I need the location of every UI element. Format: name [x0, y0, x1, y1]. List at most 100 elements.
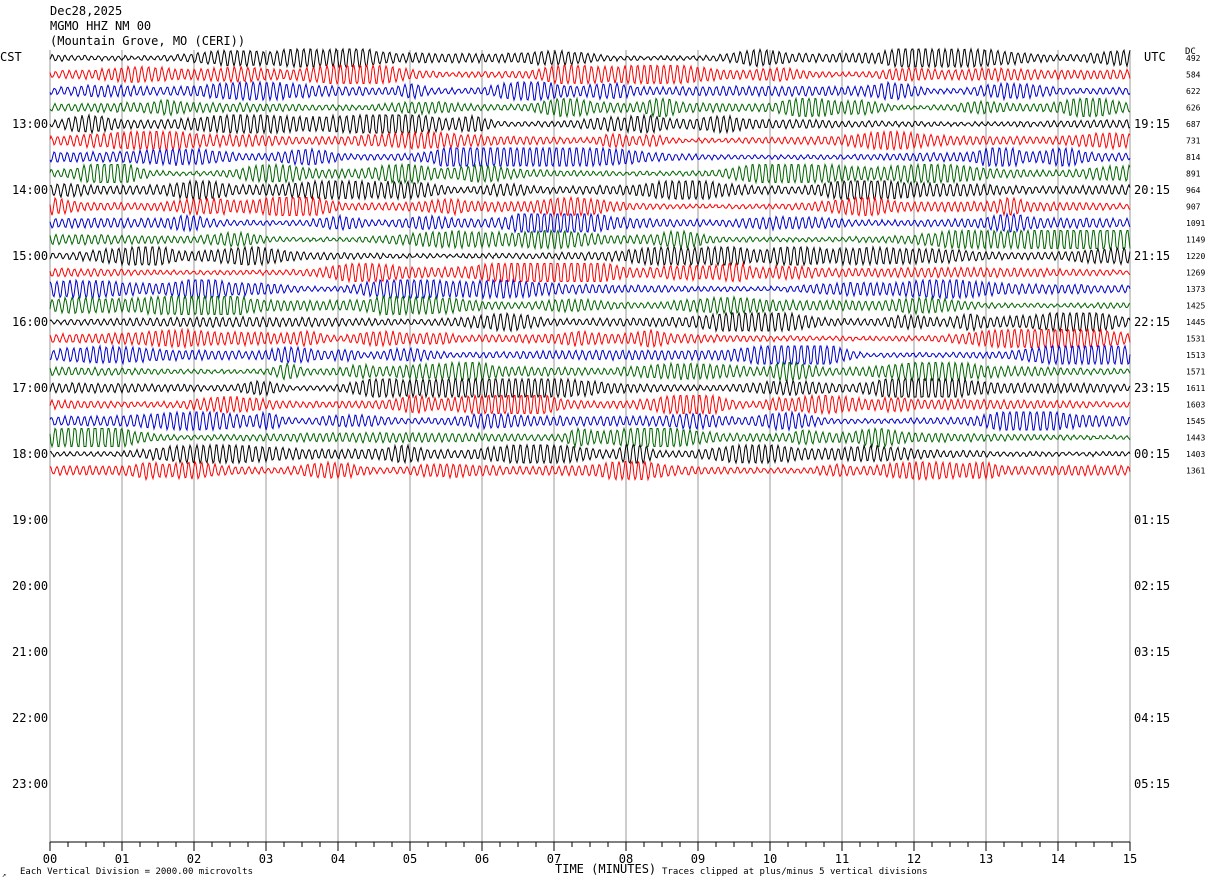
x-tick-label: 00 — [43, 852, 57, 866]
dc-offset-label: 1091 — [1186, 219, 1205, 228]
x-tick-label: 04 — [331, 852, 345, 866]
cst-hour-label: 16:00 — [12, 315, 48, 329]
x-tick-label: 01 — [115, 852, 129, 866]
cst-hour-label: 22:00 — [12, 711, 48, 725]
trace-row — [49, 113, 1131, 135]
trace-row — [49, 460, 1131, 482]
dc-offset-label: 1149 — [1186, 236, 1205, 245]
utc-hour-label: 21:15 — [1134, 249, 1170, 263]
utc-timezone-label: UTC — [1144, 50, 1166, 64]
dc-offset-label: 1571 — [1186, 368, 1205, 377]
grid-lines — [49, 50, 1131, 842]
utc-hour-label: 22:15 — [1134, 315, 1170, 329]
x-tick-label: 06 — [475, 852, 489, 866]
x-tick-label: 13 — [979, 852, 993, 866]
cst-hour-label: 23:00 — [12, 777, 48, 791]
dc-offset-label: 622 — [1186, 87, 1201, 96]
cst-hour-label: 21:00 — [12, 645, 48, 659]
record-date: Dec28,2025 — [50, 4, 123, 18]
dc-offset-label: 584 — [1186, 71, 1201, 80]
utc-hour-labels: 19:15 20:15 21:15 22:15 23:15 00:15 01:15 02:15… — [1134, 117, 1170, 791]
trace-row — [49, 162, 1131, 185]
x-tick-label: 09 — [691, 852, 705, 866]
dc-offset-label: 1545 — [1186, 417, 1205, 426]
dc-offset-label: 891 — [1186, 170, 1201, 179]
cst-hour-label: 20:00 — [12, 579, 48, 593]
x-tick-label: 12 — [907, 852, 921, 866]
x-tick-label: 10 — [763, 852, 777, 866]
trace-row — [49, 327, 1131, 350]
seismic-traces — [49, 47, 1131, 482]
dc-offset-label: 1373 — [1186, 285, 1205, 294]
cst-hour-label: 19:00 — [12, 513, 48, 527]
trace-row — [49, 212, 1131, 234]
cst-hour-label: 17:00 — [12, 381, 48, 395]
trace-row — [49, 294, 1131, 317]
station-code: MGMO HHZ NM 00 — [50, 19, 152, 33]
dc-offset-label: 626 — [1186, 104, 1201, 113]
trace-row — [49, 377, 1131, 399]
corner-mark-icon: ↗ — [2, 871, 7, 879]
trace-row — [49, 96, 1131, 119]
dc-offset-label: 907 — [1186, 203, 1201, 212]
utc-hour-label: 00:15 — [1134, 447, 1170, 461]
utc-hour-label: 23:15 — [1134, 381, 1170, 395]
dc-offset-label: 1220 — [1186, 252, 1205, 261]
trace-row — [49, 245, 1131, 267]
trace-row — [49, 261, 1131, 284]
dc-offset-label: 814 — [1186, 153, 1201, 162]
dc-offset-label: 1403 — [1186, 450, 1205, 459]
x-axis-label: TIME (MINUTES) — [555, 862, 657, 876]
utc-hour-label: 01:15 — [1134, 513, 1170, 527]
trace-row — [49, 80, 1131, 102]
clip-note: Traces clipped at plus/minus 5 vertical … — [662, 867, 928, 877]
cst-timezone-label: CST — [0, 50, 22, 64]
utc-hour-label: 02:15 — [1134, 579, 1170, 593]
dc-offset-label: 687 — [1186, 120, 1201, 129]
trace-row — [49, 393, 1131, 416]
x-tick-label: 15 — [1123, 852, 1137, 866]
x-tick-label: 02 — [187, 852, 201, 866]
trace-row — [49, 443, 1131, 465]
dc-offset-label: 1445 — [1186, 318, 1205, 327]
station-location: (Mountain Grove, MO (CERI)) — [50, 34, 246, 48]
trace-row — [49, 360, 1131, 383]
trace-row — [49, 426, 1131, 449]
dc-column-label: DC — [1185, 47, 1196, 57]
trace-row — [49, 278, 1131, 300]
dc-offset-label: 1513 — [1186, 351, 1205, 360]
trace-row — [49, 146, 1131, 168]
utc-hour-label: 19:15 — [1134, 117, 1170, 131]
dc-offset-label: 1611 — [1186, 384, 1205, 393]
trace-row — [49, 311, 1131, 333]
dc-offset-label: 1425 — [1186, 302, 1205, 311]
x-tick-label: 03 — [259, 852, 273, 866]
utc-hour-label: 04:15 — [1134, 711, 1170, 725]
cst-hour-label: 18:00 — [12, 447, 48, 461]
dc-offset-label: 1531 — [1186, 335, 1205, 344]
utc-hour-label: 03:15 — [1134, 645, 1170, 659]
dc-offset-label: 1603 — [1186, 401, 1205, 410]
dc-offset-label: 1443 — [1186, 434, 1205, 443]
dc-offset-labels: 4925846226266877318148919649071091114912… — [1186, 54, 1205, 476]
helicorder-plot: 00 01 02 03 04 05 06 07 08 09 10 11 12 13 14 15 13:0014… — [12, 47, 1205, 866]
dc-offset-label: 1269 — [1186, 269, 1205, 278]
trace-row — [49, 47, 1131, 69]
x-tick-label: 11 — [835, 852, 849, 866]
trace-row — [49, 63, 1131, 86]
cst-hour-labels: 13:00 14:00 15:00 16:00 17:00 18:00 19:00 20:00… — [12, 117, 48, 791]
utc-hour-label: 05:15 — [1134, 777, 1170, 791]
cst-hour-label: 13:00 — [12, 117, 48, 131]
trace-row — [49, 195, 1131, 218]
dc-offset-label: 964 — [1186, 186, 1201, 195]
vertical-scale-note: Each Vertical Division = 2000.00 microvo… — [20, 867, 253, 877]
x-tick-label: 14 — [1051, 852, 1065, 866]
cst-hour-label: 14:00 — [12, 183, 48, 197]
trace-row — [49, 228, 1131, 251]
x-tick-label: 05 — [403, 852, 417, 866]
dc-offset-label: 1361 — [1186, 467, 1205, 476]
trace-row — [49, 179, 1131, 201]
cst-hour-label: 15:00 — [12, 249, 48, 263]
utc-hour-label: 20:15 — [1134, 183, 1170, 197]
dc-offset-label: 731 — [1186, 137, 1201, 146]
